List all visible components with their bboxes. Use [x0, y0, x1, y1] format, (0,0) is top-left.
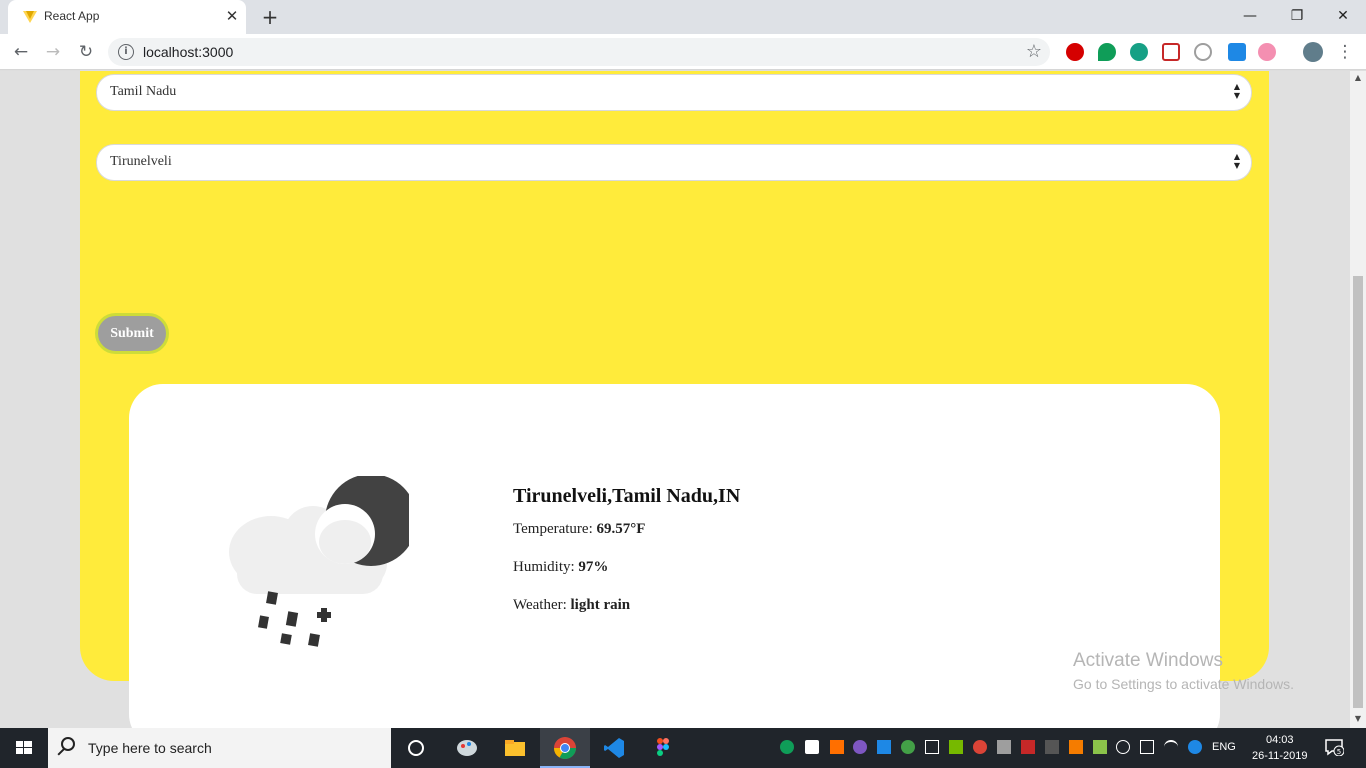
android-tray-icon[interactable]: [1093, 740, 1107, 754]
paint-app-icon[interactable]: [455, 736, 479, 760]
windows-start-icon[interactable]: [0, 728, 48, 768]
submit-button[interactable]: Submit: [95, 313, 169, 354]
page-viewport: Tamil Nadu ▲ ▼ Tirunelveli ▲ ▼ Submit Ti…: [0, 71, 1350, 728]
weather-row: Weather: light rain: [513, 597, 740, 614]
restore-button[interactable]: ❐: [1277, 4, 1317, 28]
site-info-icon[interactable]: i: [118, 44, 134, 60]
clock-time: 04:03: [1265, 734, 1294, 746]
humidity-value: 97%: [578, 559, 609, 575]
bookmark-star-icon[interactable]: ☆: [1026, 41, 1042, 62]
grammarly-extension-icon[interactable]: [1130, 43, 1148, 61]
cortana-icon[interactable]: [404, 736, 428, 760]
vscode-icon[interactable]: [602, 736, 626, 760]
file-explorer-icon[interactable]: [503, 736, 527, 760]
colorpicker-extension-icon[interactable]: [1228, 43, 1246, 61]
forward-icon[interactable]: →: [41, 40, 65, 64]
extension-icon[interactable]: [1194, 43, 1212, 61]
scroll-down-icon[interactable]: ▼: [1350, 712, 1366, 726]
drive-tray-icon[interactable]: [997, 740, 1011, 754]
tab-react-app[interactable]: React App ✕: [8, 0, 246, 34]
weather-details: Tirunelveli,Tamil Nadu,IN Temperature: 6…: [513, 485, 740, 635]
city-select-value: Tirunelveli: [110, 154, 172, 169]
taskbar-search-box[interactable]: Type here to search: [48, 728, 391, 768]
profile-avatar[interactable]: [1303, 42, 1323, 62]
temperature-row: Temperature: 69.57°F: [513, 521, 740, 538]
reload-icon[interactable]: ↻: [74, 40, 98, 64]
device-tray-icon[interactable]: [925, 740, 939, 754]
night-cloud-rain-icon: [229, 476, 409, 647]
wifi-icon[interactable]: [1164, 740, 1178, 754]
watermark-subtitle: Go to Settings to activate Windows.: [1073, 676, 1294, 692]
windows-taskbar: Type here to search ENG 04:03 26-11-2019…: [0, 728, 1366, 768]
chrome-taskbar-button[interactable]: [540, 728, 590, 768]
back-icon[interactable]: ←: [9, 40, 33, 64]
weather-label: Weather:: [513, 597, 567, 613]
watermark-title: Activate Windows: [1073, 650, 1223, 671]
vlc-tray-icon[interactable]: [1069, 740, 1083, 754]
weather-value: light rain: [570, 597, 631, 613]
edit-tray-icon[interactable]: [877, 740, 891, 754]
chrome-tray-icon[interactable]: [973, 740, 987, 754]
chrome-menu-icon[interactable]: ⋮: [1333, 40, 1357, 64]
bluetooth-icon[interactable]: [1188, 740, 1202, 754]
url-text[interactable]: localhost:3000: [143, 44, 233, 60]
taskbar-clock[interactable]: 04:03 26-11-2019: [1252, 732, 1307, 764]
browser-tray-icon[interactable]: [901, 740, 915, 754]
temperature-value: 69.57°F: [596, 521, 646, 537]
minimize-button[interactable]: —: [1230, 4, 1270, 28]
notification-center-icon[interactable]: 5: [1324, 738, 1344, 756]
language-indicator[interactable]: ENG: [1212, 741, 1236, 753]
taskbar-search-placeholder: Type here to search: [88, 740, 212, 756]
humidity-row: Humidity: 97%: [513, 559, 740, 576]
figma-icon[interactable]: [651, 736, 675, 760]
scroll-up-icon[interactable]: ▲: [1350, 71, 1366, 85]
city-select[interactable]: Tirunelveli ▲ ▼: [96, 144, 1252, 181]
mcafee-tray-icon[interactable]: [1021, 740, 1035, 754]
pocket-extension-icon[interactable]: [1162, 43, 1180, 61]
pig-extension-icon[interactable]: [1258, 43, 1276, 61]
display-tray-icon[interactable]: [1140, 740, 1154, 754]
security-tray-icon[interactable]: [805, 740, 819, 754]
network-tray-icon[interactable]: [1045, 740, 1059, 754]
weather-location: Tirunelveli,Tamil Nadu,IN: [513, 485, 741, 507]
humidity-label: Humidity:: [513, 559, 575, 575]
volume-icon[interactable]: [1116, 740, 1130, 754]
new-tab-button[interactable]: +: [258, 5, 282, 29]
weather-result-card: Tirunelveli,Tamil Nadu,IN Temperature: 6…: [129, 384, 1220, 728]
search-icon: [61, 737, 75, 751]
scroll-thumb[interactable]: [1353, 276, 1363, 708]
page-scrollbar[interactable]: ▲ ▼: [1350, 71, 1366, 728]
avast-tray-icon[interactable]: [830, 740, 844, 754]
select-arrows-icon: ▲ ▼: [1233, 82, 1240, 100]
browser-tabstrip: React App ✕ + — ❐ ✕: [0, 0, 1366, 34]
state-select-value: Tamil Nadu: [110, 84, 177, 99]
app-tray-icon[interactable]: [853, 740, 867, 754]
nvidia-tray-icon[interactable]: [949, 740, 963, 754]
browser-toolbar: ← → ↻ i localhost:3000 ☆ ⋮: [0, 34, 1366, 70]
hangouts-tray-icon[interactable]: [780, 740, 794, 754]
select-arrows-icon: ▲ ▼: [1233, 152, 1240, 170]
tab-close-icon[interactable]: ✕: [222, 6, 242, 26]
close-window-button[interactable]: ✕: [1323, 4, 1363, 28]
address-bar[interactable]: i localhost:3000 ☆: [108, 38, 1050, 66]
state-select[interactable]: Tamil Nadu ▲ ▼: [96, 74, 1252, 111]
clock-date: 26-11-2019: [1252, 750, 1308, 762]
notification-count: 5: [1337, 748, 1341, 756]
weather-form-card: Tamil Nadu ▲ ▼ Tirunelveli ▲ ▼ Submit Ti…: [80, 71, 1269, 728]
adblock-extension-icon[interactable]: [1066, 43, 1084, 61]
temperature-label: Temperature:: [513, 521, 593, 537]
chrome-icon: [554, 737, 576, 759]
activate-windows-watermark: Activate Windows Go to Settings to activ…: [1073, 650, 1294, 692]
tab-title: React App: [44, 9, 100, 23]
hangouts-extension-icon[interactable]: [1098, 43, 1116, 61]
react-app-favicon-icon: [23, 11, 37, 23]
